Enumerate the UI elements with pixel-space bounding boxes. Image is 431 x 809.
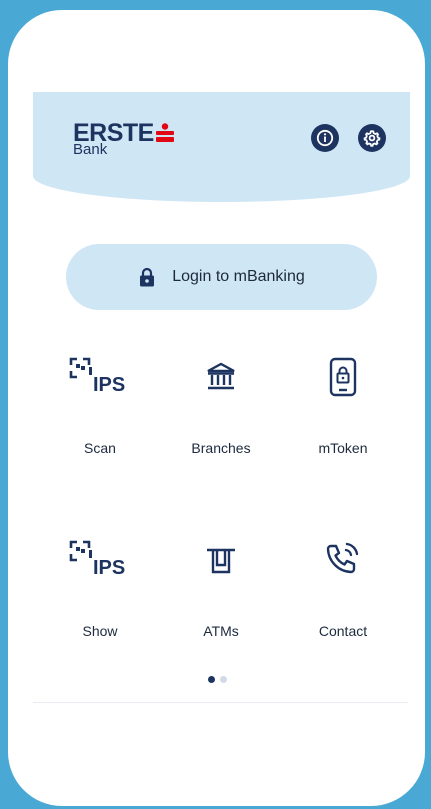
tile-mtoken[interactable]: mToken — [288, 352, 398, 462]
info-icon — [316, 129, 334, 147]
tile-contact[interactable]: Contact — [288, 535, 398, 645]
page-dot-active — [208, 676, 215, 683]
tile-label-show: Show — [82, 623, 118, 639]
info-button[interactable] — [311, 124, 339, 152]
login-label: Login to mBanking — [172, 268, 305, 285]
app-screen: ERSTE Bank Login to mBanking IPS Scan Br… — [8, 10, 425, 806]
tile-show[interactable]: IPS Show — [45, 535, 155, 645]
page-indicator — [208, 676, 227, 683]
tile-label-scan: Scan — [84, 440, 116, 456]
tile-label-contact: Contact — [318, 623, 368, 639]
ips-scan-icon: IPS — [69, 357, 125, 396]
logo-mark-icon — [156, 123, 174, 142]
lock-icon — [140, 267, 155, 287]
tile-label-atms: ATMs — [203, 623, 239, 639]
ips-show-icon: IPS — [69, 540, 125, 579]
login-button[interactable]: Login to mBanking — [66, 244, 377, 310]
bottom-divider — [33, 702, 408, 703]
atm-icon — [207, 548, 235, 574]
phone-call-icon — [326, 542, 359, 574]
svg-text:IPS: IPS — [93, 557, 125, 579]
settings-button[interactable] — [358, 124, 386, 152]
tile-label-mtoken: mToken — [318, 440, 368, 456]
gear-icon — [363, 130, 381, 147]
tile-label-branches: Branches — [191, 440, 251, 456]
tile-atms[interactable]: ATMs — [166, 535, 276, 645]
svg-text:IPS: IPS — [93, 374, 125, 396]
bank-building-icon — [207, 362, 235, 390]
tile-scan[interactable]: IPS Scan — [45, 352, 155, 462]
logo-subtext: Bank — [73, 141, 108, 158]
erste-logo: ERSTE Bank — [73, 119, 203, 159]
app-header: ERSTE Bank — [33, 92, 410, 202]
page-dot-inactive — [220, 676, 227, 683]
tile-branches[interactable]: Branches — [166, 352, 276, 462]
mobile-lock-icon — [329, 357, 357, 397]
